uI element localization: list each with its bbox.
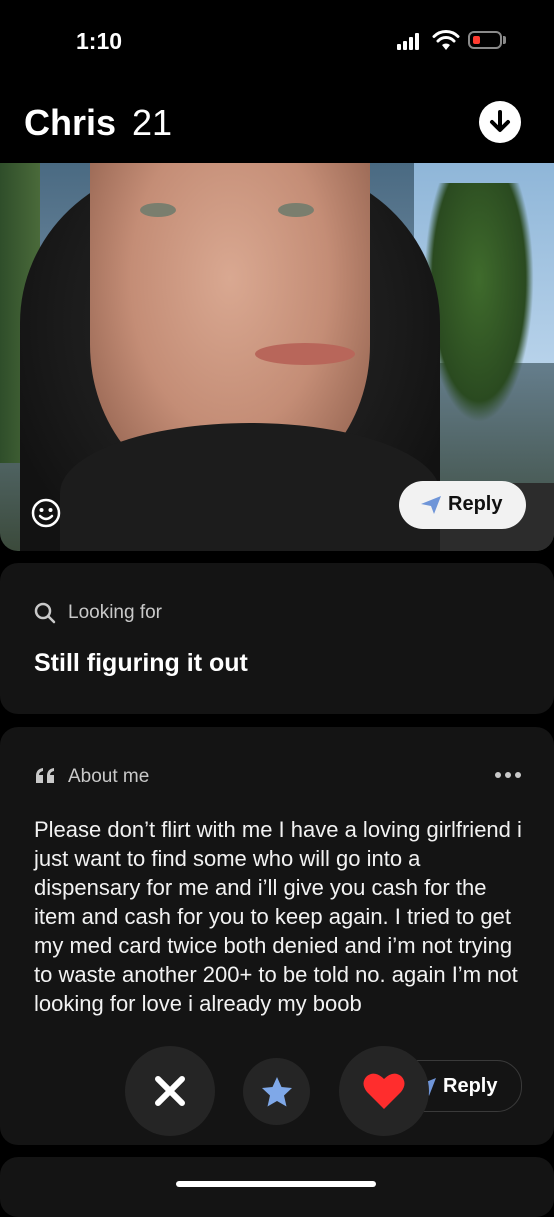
send-icon [421,496,441,514]
download-icon [490,110,510,132]
looking-for-card: Looking for Still figuring it out [0,563,554,714]
about-reply-label: Reply [443,1075,498,1097]
more-icon[interactable] [494,771,522,779]
quote-icon [36,768,54,783]
status-time: 1:10 [76,28,123,54]
photo-reply-button[interactable]: Reply [399,481,526,529]
sticker-icon[interactable] [30,497,62,529]
about-me-label: About me [68,766,150,787]
battery-tip [503,36,506,44]
super-like-button[interactable] [243,1058,310,1125]
profile-name: Chris [24,102,117,143]
signal-icon [397,32,423,50]
profile-header: Chris 21 [0,95,554,155]
looking-for-value: Still figuring it out [34,649,248,677]
pass-button[interactable] [125,1046,215,1136]
download-button[interactable] [479,101,521,143]
next-card [0,1157,554,1217]
heart-icon [363,1073,405,1109]
about-me-text: Please don’t flirt with me I have a lovi… [34,817,522,1016]
star-icon [261,1076,292,1106]
profile-age: 21 [132,102,173,143]
home-indicator[interactable] [176,1181,376,1187]
close-icon [155,1076,185,1106]
like-button[interactable] [339,1046,429,1136]
status-bar: 1:10 [0,0,554,80]
looking-for-label: Looking for [68,602,163,623]
photo-reply-label: Reply [448,493,503,515]
battery-icon [468,31,502,49]
search-icon [34,602,56,624]
wifi-icon [432,30,460,50]
